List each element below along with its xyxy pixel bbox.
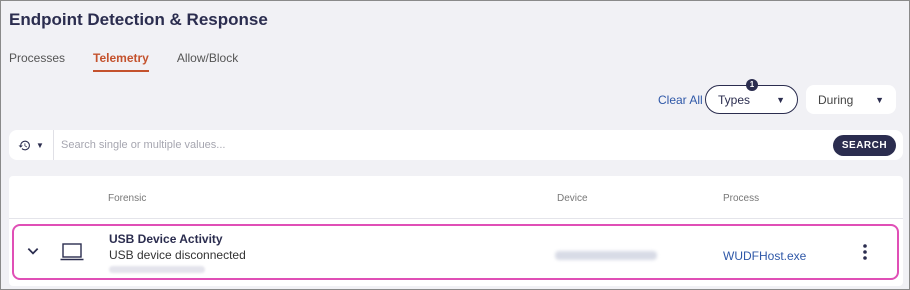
column-header-forensic: Forensic [108, 193, 147, 204]
table-row[interactable]: USB Device Activity USB device disconnec… [12, 224, 899, 280]
more-options-icon[interactable] [862, 243, 868, 261]
types-filter-label: Types [718, 92, 751, 107]
chevron-down-icon[interactable] [26, 244, 40, 258]
clear-all-link[interactable]: Clear All [658, 93, 703, 107]
tab-telemetry[interactable]: Telemetry [93, 51, 149, 72]
forensic-title: USB Device Activity [109, 232, 223, 246]
history-icon [18, 140, 30, 150]
column-header-device: Device [557, 193, 588, 204]
process-link[interactable]: WUDFHost.exe [723, 249, 806, 263]
laptop-icon [60, 243, 84, 261]
tab-bar: Processes Telemetry Allow/Block [9, 51, 266, 72]
page-title: Endpoint Detection & Response [9, 10, 268, 29]
column-header-process: Process [723, 193, 760, 204]
search-bar: ▼ SEARCH [9, 130, 903, 160]
caret-down-icon: ▼ [776, 94, 785, 105]
redacted-device-name [555, 251, 657, 260]
search-input[interactable] [54, 139, 833, 151]
telemetry-table: Forensic Device Process USB Device Activ… [9, 176, 903, 286]
redacted-text [109, 266, 205, 273]
header-divider [9, 218, 903, 219]
caret-down-icon: ▼ [36, 140, 44, 150]
tab-allow-block[interactable]: Allow/Block [177, 51, 238, 72]
during-filter-dropdown[interactable]: During ▼ [806, 85, 896, 114]
search-button[interactable]: SEARCH [833, 134, 896, 156]
forensic-subtitle: USB device disconnected [109, 248, 246, 262]
types-count-badge: 1 [746, 79, 758, 91]
tab-processes[interactable]: Processes [9, 51, 65, 72]
caret-down-icon: ▼ [875, 94, 884, 105]
types-filter-dropdown[interactable]: 1 Types ▼ [705, 79, 798, 114]
during-filter-label: During [818, 92, 854, 107]
search-history-button[interactable]: ▼ [9, 130, 54, 160]
